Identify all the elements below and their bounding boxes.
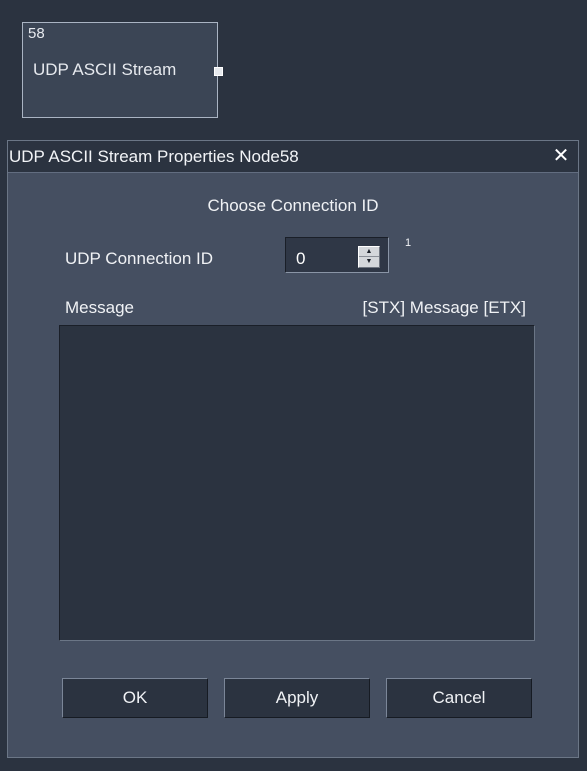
- spin-buttons: ▲ ▼: [358, 246, 380, 268]
- close-icon[interactable]: ✕: [549, 144, 573, 168]
- arrow-down-icon[interactable]: ▼: [359, 257, 379, 267]
- udp-connection-id-value[interactable]: 0: [296, 249, 305, 269]
- node-output-port[interactable]: [214, 67, 223, 76]
- node-id: 58: [28, 25, 45, 42]
- message-label: Message: [65, 298, 134, 317]
- ok-button[interactable]: OK: [62, 678, 208, 718]
- message-format-hint: [STX] Message [ETX]: [362, 298, 526, 317]
- node-box[interactable]: 58 UDP ASCII Stream: [22, 22, 223, 118]
- node-title: UDP ASCII Stream: [33, 60, 177, 79]
- apply-button[interactable]: Apply: [224, 678, 370, 718]
- dialog-title: UDP ASCII Stream Properties Node58: [9, 147, 299, 166]
- udp-connection-id-spinner[interactable]: 0 ▲ ▼: [285, 237, 389, 273]
- udp-connection-note: 1: [405, 237, 412, 249]
- dialog-titlebar[interactable]: UDP ASCII Stream Properties Node58 ✕: [8, 141, 578, 173]
- message-input[interactable]: [59, 325, 535, 641]
- cancel-button[interactable]: Cancel: [386, 678, 532, 718]
- dialog-heading: Choose Connection ID: [207, 196, 379, 215]
- udp-connection-label: UDP Connection ID: [65, 249, 214, 268]
- arrow-up-icon[interactable]: ▲: [359, 247, 379, 257]
- properties-dialog: UDP ASCII Stream Properties Node58 ✕ Cho…: [7, 140, 579, 758]
